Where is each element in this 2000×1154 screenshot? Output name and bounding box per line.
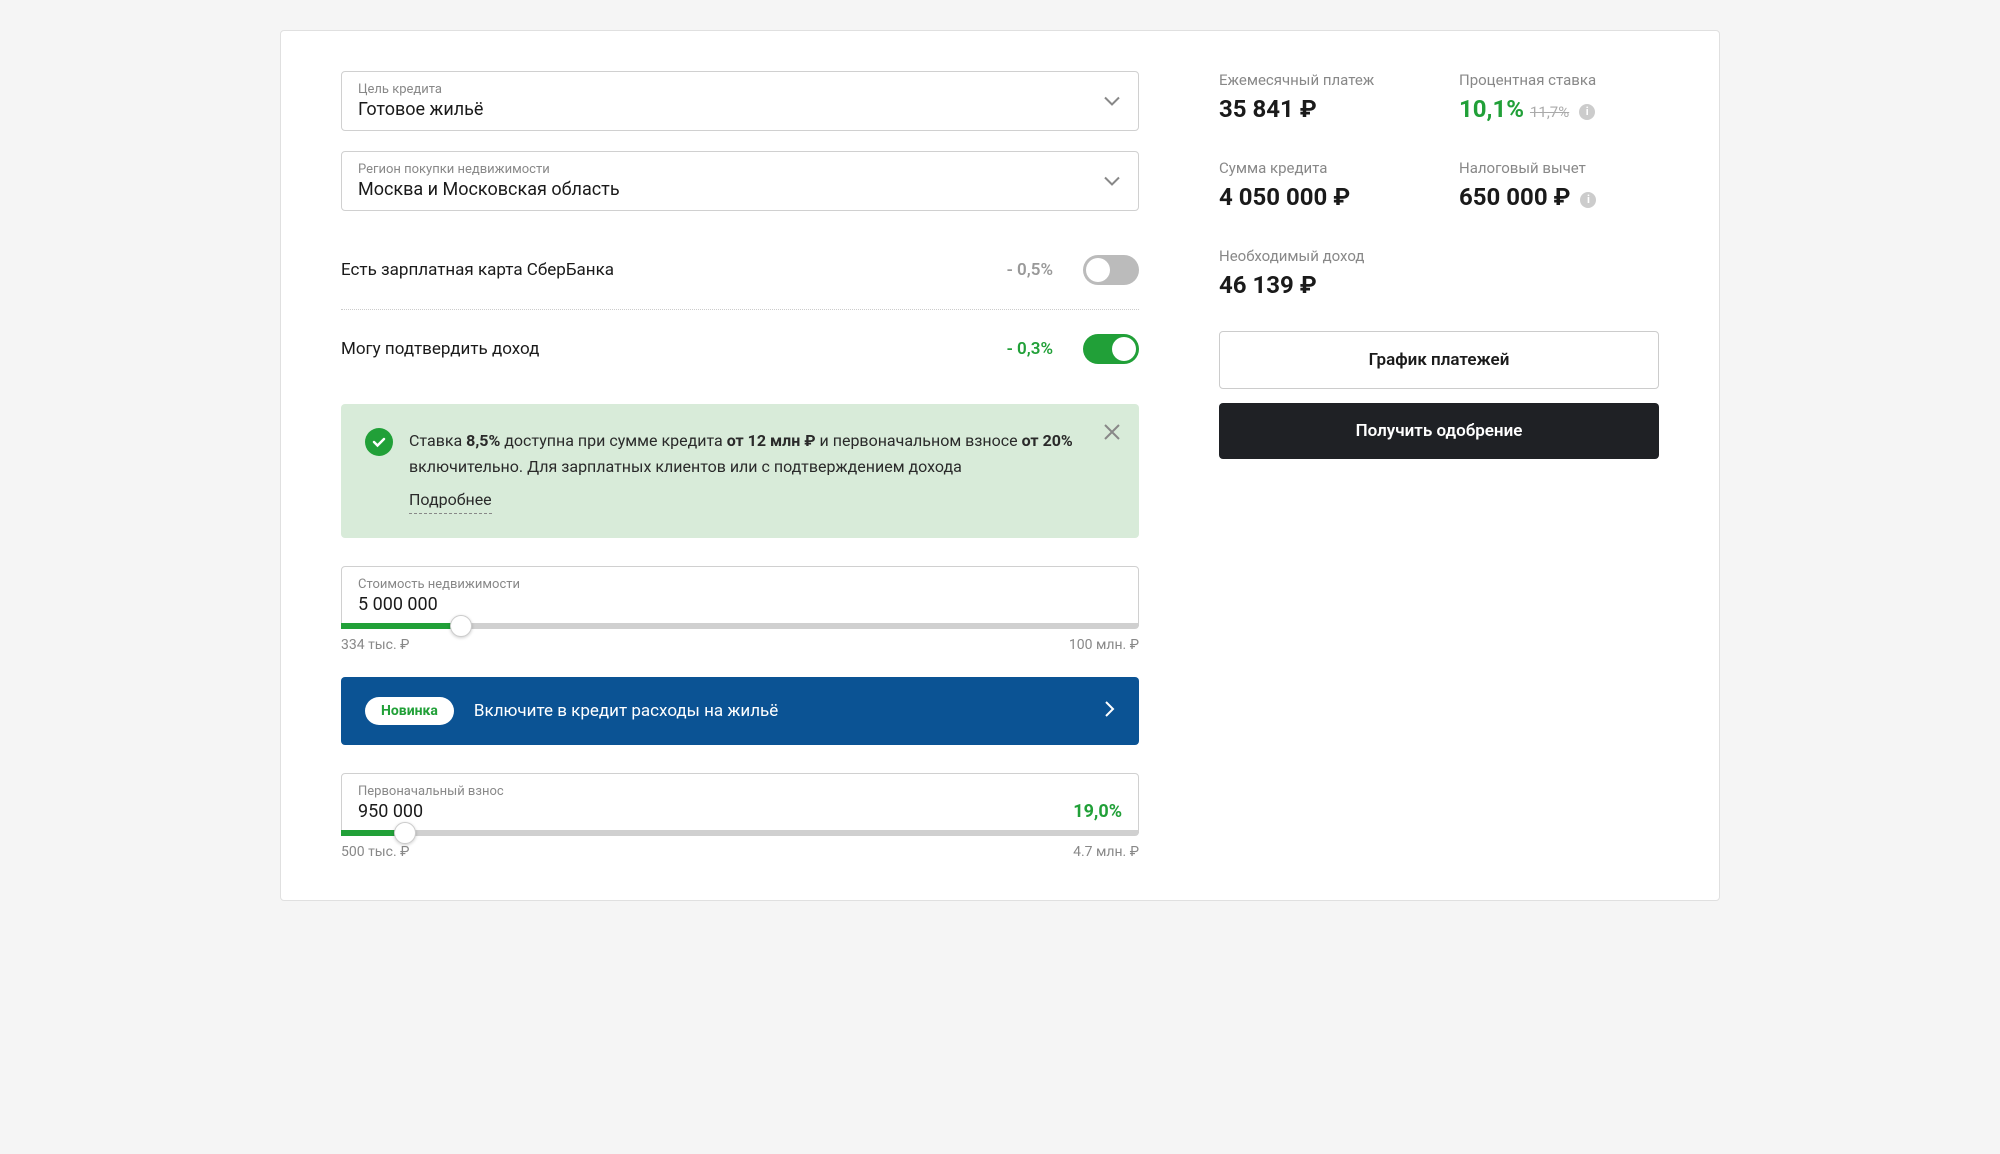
required-income-label: Необходимый доход xyxy=(1219,247,1419,265)
interest-rate-value: 10,1%11,7% i xyxy=(1459,95,1659,123)
payment-schedule-button[interactable]: График платежей xyxy=(1219,331,1659,389)
price-min: 334 тыс. ₽ xyxy=(341,637,409,653)
promo-badge: Новинка xyxy=(365,697,454,725)
chevron-right-icon xyxy=(1105,701,1115,721)
monthly-payment-value: 35 841 ₽ xyxy=(1219,95,1419,123)
tax-deduction-label: Налоговый вычет xyxy=(1459,159,1659,177)
interest-rate-old: 11,7% xyxy=(1530,103,1569,121)
loan-amount-value: 4 050 000 ₽ xyxy=(1219,183,1419,211)
region-select[interactable]: Регион покупки недвижимости Москва и Мос… xyxy=(341,151,1139,211)
loan-purpose-select[interactable]: Цель кредита Готовое жильё xyxy=(341,71,1139,131)
property-price-range: 334 тыс. ₽ 100 млн. ₽ xyxy=(341,637,1139,653)
interest-rate-block: Процентная ставка 10,1%11,7% i xyxy=(1459,71,1659,123)
confirm-income-discount: - 0,3% xyxy=(1007,339,1053,359)
monthly-payment-block: Ежемесячный платеж 35 841 ₽ xyxy=(1219,71,1419,123)
down-payment-range: 500 тыс. ₽ 4.7 млн. ₽ xyxy=(341,844,1139,860)
slider-fill xyxy=(341,623,461,629)
salary-card-discount: - 0,5% xyxy=(1007,260,1053,280)
interest-rate-label: Процентная ставка xyxy=(1459,71,1659,89)
slider-thumb[interactable] xyxy=(394,822,416,844)
loan-amount-label: Сумма кредита xyxy=(1219,159,1419,177)
close-icon[interactable] xyxy=(1103,422,1121,446)
salary-card-toggle[interactable] xyxy=(1083,255,1139,285)
get-approval-button[interactable]: Получить одобрение xyxy=(1219,403,1659,459)
monthly-payment-label: Ежемесячный платеж xyxy=(1219,71,1419,89)
banner-text: Ставка 8,5% доступна при сумме кредита о… xyxy=(409,428,1089,514)
price-max: 100 млн. ₽ xyxy=(1069,637,1139,653)
loan-purpose-value: Готовое жильё xyxy=(358,99,1088,120)
chevron-down-icon xyxy=(1104,172,1120,191)
chevron-down-icon xyxy=(1104,92,1120,111)
down-payment-label: Первоначальный взнос xyxy=(358,784,1122,799)
salary-card-label: Есть зарплатная карта СберБанка xyxy=(341,260,1007,280)
confirm-income-label: Могу подтвердить доход xyxy=(341,339,1007,359)
required-income-value: 46 139 ₽ xyxy=(1219,271,1419,299)
info-icon[interactable]: i xyxy=(1580,192,1596,208)
down-payment-percent: 19,0% xyxy=(1073,801,1122,822)
slider-thumb[interactable] xyxy=(450,615,472,637)
promo-banner[interactable]: Новинка Включите в кредит расходы на жил… xyxy=(341,677,1139,745)
property-price-slider[interactable] xyxy=(341,623,1139,629)
region-value: Москва и Московская область xyxy=(358,179,1088,200)
loan-amount-block: Сумма кредита 4 050 000 ₽ xyxy=(1219,159,1419,211)
banner-more-link[interactable]: Подробнее xyxy=(409,487,492,514)
rate-info-banner: Ставка 8,5% доступна при сумме кредита о… xyxy=(341,404,1139,538)
down-min: 500 тыс. ₽ xyxy=(341,844,409,860)
property-price-value: 5 000 000 xyxy=(358,594,1122,615)
info-icon[interactable]: i xyxy=(1579,104,1595,120)
down-payment-value: 950 000 xyxy=(358,801,423,822)
region-label: Регион покупки недвижимости xyxy=(358,162,1088,177)
required-income-block: Необходимый доход 46 139 ₽ xyxy=(1219,247,1419,299)
loan-purpose-label: Цель кредита xyxy=(358,82,1088,97)
confirm-income-row: Могу подтвердить доход - 0,3% xyxy=(341,310,1139,388)
down-max: 4.7 млн. ₽ xyxy=(1073,844,1139,860)
tax-deduction-block: Налоговый вычет 650 000 ₽ i xyxy=(1459,159,1659,211)
salary-card-row: Есть зарплатная карта СберБанка - 0,5% xyxy=(341,231,1139,310)
check-circle-icon xyxy=(365,428,393,456)
promo-text: Включите в кредит расходы на жильё xyxy=(474,701,1085,721)
property-price-label: Стоимость недвижимости xyxy=(358,577,1122,592)
tax-deduction-value: 650 000 ₽ i xyxy=(1459,183,1659,211)
confirm-income-toggle[interactable] xyxy=(1083,334,1139,364)
down-payment-slider[interactable] xyxy=(341,830,1139,836)
down-payment-input[interactable]: Первоначальный взнос 950 000 19,0% xyxy=(341,773,1139,833)
